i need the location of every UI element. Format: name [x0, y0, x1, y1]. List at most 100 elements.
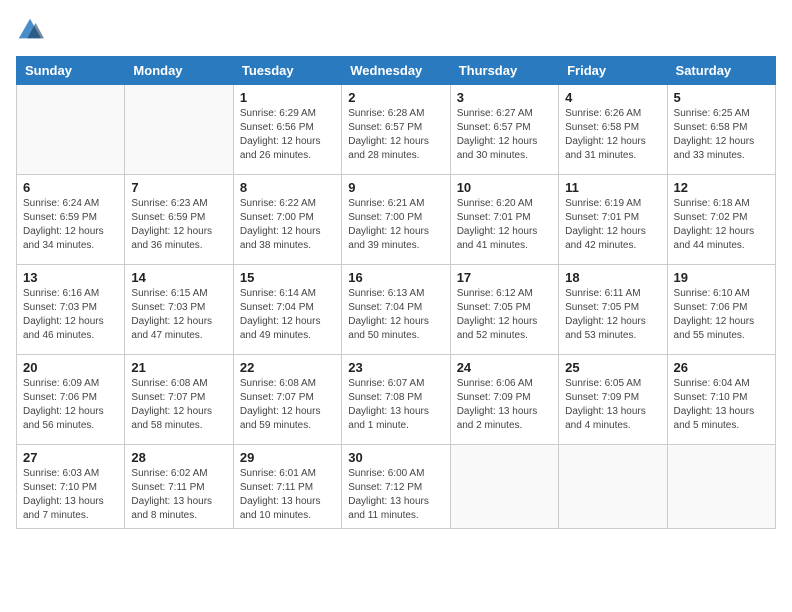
day-number: 8 — [240, 180, 335, 195]
calendar-day-cell: 11 Sunrise: 6:19 AM Sunset: 7:01 PM Dayli… — [559, 175, 667, 265]
day-number: 21 — [131, 360, 226, 375]
day-info: Sunrise: 6:08 AM Sunset: 7:07 PM Dayligh… — [131, 377, 226, 433]
calendar-day-cell: 7 Sunrise: 6:23 AM Sunset: 6:59 PM Daylig… — [125, 175, 233, 265]
calendar-day-cell: 22 Sunrise: 6:08 AM Sunset: 7:07 PM Dayli… — [233, 355, 341, 445]
day-number: 18 — [565, 270, 660, 285]
day-info: Sunrise: 6:24 AM Sunset: 6:59 PM Dayligh… — [23, 197, 118, 253]
day-info: Sunrise: 6:08 AM Sunset: 7:07 PM Dayligh… — [240, 377, 335, 433]
day-number: 11 — [565, 180, 660, 195]
calendar-week-row: 27 Sunrise: 6:03 AM Sunset: 7:10 PM Dayli… — [17, 445, 776, 529]
weekday-header-cell: Tuesday — [233, 57, 341, 85]
day-number: 3 — [457, 90, 552, 105]
calendar-day-cell — [125, 85, 233, 175]
calendar-day-cell: 4 Sunrise: 6:26 AM Sunset: 6:58 PM Daylig… — [559, 85, 667, 175]
day-info: Sunrise: 6:14 AM Sunset: 7:04 PM Dayligh… — [240, 287, 335, 343]
calendar-day-cell: 21 Sunrise: 6:08 AM Sunset: 7:07 PM Dayli… — [125, 355, 233, 445]
calendar-day-cell: 10 Sunrise: 6:20 AM Sunset: 7:01 PM Dayli… — [450, 175, 558, 265]
day-info: Sunrise: 6:26 AM Sunset: 6:58 PM Dayligh… — [565, 107, 660, 163]
day-number: 13 — [23, 270, 118, 285]
calendar-day-cell — [17, 85, 125, 175]
calendar-day-cell: 19Sunrise: 6:10 AM Sunset: 7:06 PM Dayli… — [667, 265, 775, 355]
day-number: 10 — [457, 180, 552, 195]
calendar-day-cell: 29 Sunrise: 6:01 AM Sunset: 7:11 PM Dayli… — [233, 445, 341, 529]
calendar-day-cell: 2 Sunrise: 6:28 AM Sunset: 6:57 PM Daylig… — [342, 85, 450, 175]
day-info: Sunrise: 6:09 AM Sunset: 7:06 PM Dayligh… — [23, 377, 118, 433]
day-number: 28 — [131, 450, 226, 465]
day-info: Sunrise: 6:04 AM Sunset: 7:10 PM Dayligh… — [674, 377, 769, 433]
calendar-day-cell: 17 Sunrise: 6:12 AM Sunset: 7:05 PM Dayli… — [450, 265, 558, 355]
weekday-header-row: SundayMondayTuesdayWednesdayThursdayFrid… — [17, 57, 776, 85]
calendar-day-cell: 12Sunrise: 6:18 AM Sunset: 7:02 PM Dayli… — [667, 175, 775, 265]
day-number: 4 — [565, 90, 660, 105]
calendar-week-row: 13 Sunrise: 6:16 AM Sunset: 7:03 PM Dayli… — [17, 265, 776, 355]
calendar-day-cell: 30 Sunrise: 6:00 AM Sunset: 7:12 PM Dayli… — [342, 445, 450, 529]
day-number: 24 — [457, 360, 552, 375]
day-number: 17 — [457, 270, 552, 285]
day-number: 29 — [240, 450, 335, 465]
calendar-body: 1 Sunrise: 6:29 AM Sunset: 6:56 PM Daylig… — [17, 85, 776, 529]
calendar-day-cell: 27 Sunrise: 6:03 AM Sunset: 7:10 PM Dayli… — [17, 445, 125, 529]
day-number: 25 — [565, 360, 660, 375]
day-info: Sunrise: 6:06 AM Sunset: 7:09 PM Dayligh… — [457, 377, 552, 433]
day-info: Sunrise: 6:25 AM Sunset: 6:58 PM Dayligh… — [674, 107, 769, 163]
day-info: Sunrise: 6:11 AM Sunset: 7:05 PM Dayligh… — [565, 287, 660, 343]
page-header — [16, 16, 776, 44]
day-info: Sunrise: 6:13 AM Sunset: 7:04 PM Dayligh… — [348, 287, 443, 343]
day-info: Sunrise: 6:00 AM Sunset: 7:12 PM Dayligh… — [348, 467, 443, 523]
day-number: 14 — [131, 270, 226, 285]
day-number: 30 — [348, 450, 443, 465]
calendar-day-cell: 9Sunrise: 6:21 AM Sunset: 7:00 PM Daylig… — [342, 175, 450, 265]
day-info: Sunrise: 6:01 AM Sunset: 7:11 PM Dayligh… — [240, 467, 335, 523]
calendar-day-cell — [559, 445, 667, 529]
calendar-day-cell: 18 Sunrise: 6:11 AM Sunset: 7:05 PM Dayli… — [559, 265, 667, 355]
calendar-day-cell: 28 Sunrise: 6:02 AM Sunset: 7:11 PM Dayli… — [125, 445, 233, 529]
day-info: Sunrise: 6:28 AM Sunset: 6:57 PM Dayligh… — [348, 107, 443, 163]
day-number: 6 — [23, 180, 118, 195]
day-info: Sunrise: 6:19 AM Sunset: 7:01 PM Dayligh… — [565, 197, 660, 253]
day-info: Sunrise: 6:16 AM Sunset: 7:03 PM Dayligh… — [23, 287, 118, 343]
day-info: Sunrise: 6:22 AM Sunset: 7:00 PM Dayligh… — [240, 197, 335, 253]
day-info: Sunrise: 6:07 AM Sunset: 7:08 PM Dayligh… — [348, 377, 443, 433]
day-info: Sunrise: 6:23 AM Sunset: 6:59 PM Dayligh… — [131, 197, 226, 253]
logo — [16, 16, 48, 44]
day-info: Sunrise: 6:12 AM Sunset: 7:05 PM Dayligh… — [457, 287, 552, 343]
calendar-day-cell: 23 Sunrise: 6:07 AM Sunset: 7:08 PM Dayli… — [342, 355, 450, 445]
day-info: Sunrise: 6:05 AM Sunset: 7:09 PM Dayligh… — [565, 377, 660, 433]
weekday-header-cell: Friday — [559, 57, 667, 85]
day-number: 20 — [23, 360, 118, 375]
day-number: 26 — [674, 360, 769, 375]
day-info: Sunrise: 6:29 AM Sunset: 6:56 PM Dayligh… — [240, 107, 335, 163]
calendar-day-cell: 3 Sunrise: 6:27 AM Sunset: 6:57 PM Daylig… — [450, 85, 558, 175]
weekday-header-cell: Saturday — [667, 57, 775, 85]
calendar-week-row: 20 Sunrise: 6:09 AM Sunset: 7:06 PM Dayli… — [17, 355, 776, 445]
day-number: 22 — [240, 360, 335, 375]
calendar-day-cell: 6 Sunrise: 6:24 AM Sunset: 6:59 PM Daylig… — [17, 175, 125, 265]
calendar-day-cell: 15 Sunrise: 6:14 AM Sunset: 7:04 PM Dayli… — [233, 265, 341, 355]
calendar-day-cell — [667, 445, 775, 529]
calendar-day-cell: 5Sunrise: 6:25 AM Sunset: 6:58 PM Daylig… — [667, 85, 775, 175]
calendar-day-cell: 25 Sunrise: 6:05 AM Sunset: 7:09 PM Dayli… — [559, 355, 667, 445]
day-number: 1 — [240, 90, 335, 105]
calendar-table: SundayMondayTuesdayWednesdayThursdayFrid… — [16, 56, 776, 529]
day-number: 23 — [348, 360, 443, 375]
calendar-day-cell: 8 Sunrise: 6:22 AM Sunset: 7:00 PM Daylig… — [233, 175, 341, 265]
day-info: Sunrise: 6:03 AM Sunset: 7:10 PM Dayligh… — [23, 467, 118, 523]
day-number: 7 — [131, 180, 226, 195]
day-number: 2 — [348, 90, 443, 105]
calendar-day-cell: 16Sunrise: 6:13 AM Sunset: 7:04 PM Dayli… — [342, 265, 450, 355]
day-info: Sunrise: 6:20 AM Sunset: 7:01 PM Dayligh… — [457, 197, 552, 253]
day-number: 27 — [23, 450, 118, 465]
calendar-week-row: 6 Sunrise: 6:24 AM Sunset: 6:59 PM Daylig… — [17, 175, 776, 265]
logo-icon — [16, 16, 44, 44]
calendar-day-cell: 24 Sunrise: 6:06 AM Sunset: 7:09 PM Dayli… — [450, 355, 558, 445]
day-info: Sunrise: 6:02 AM Sunset: 7:11 PM Dayligh… — [131, 467, 226, 523]
calendar-day-cell: 14 Sunrise: 6:15 AM Sunset: 7:03 PM Dayli… — [125, 265, 233, 355]
day-info: Sunrise: 6:15 AM Sunset: 7:03 PM Dayligh… — [131, 287, 226, 343]
day-number: 19 — [674, 270, 769, 285]
day-number: 15 — [240, 270, 335, 285]
calendar-day-cell: 26 Sunrise: 6:04 AM Sunset: 7:10 PM Dayli… — [667, 355, 775, 445]
weekday-header-cell: Monday — [125, 57, 233, 85]
weekday-header-cell: Wednesday — [342, 57, 450, 85]
calendar-day-cell: 20 Sunrise: 6:09 AM Sunset: 7:06 PM Dayli… — [17, 355, 125, 445]
day-info: Sunrise: 6:27 AM Sunset: 6:57 PM Dayligh… — [457, 107, 552, 163]
